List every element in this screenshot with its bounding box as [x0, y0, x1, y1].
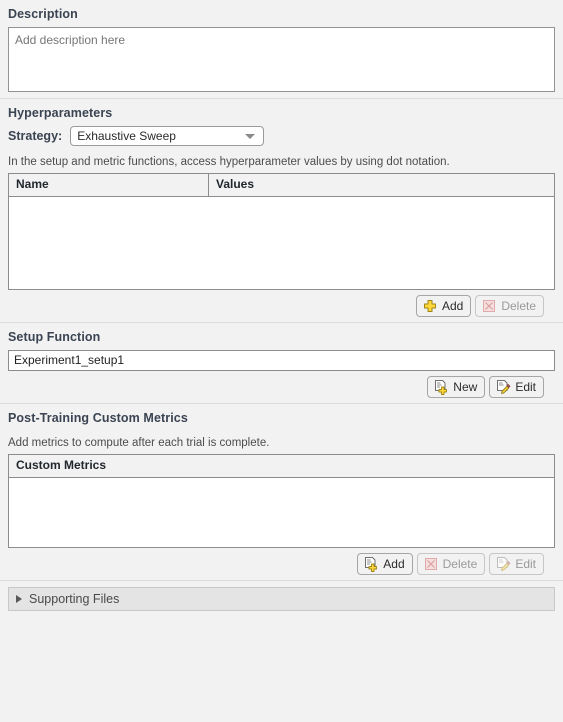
- setup-function-title: Setup Function: [8, 330, 101, 344]
- custom-metrics-hint: Add metrics to compute after each trial …: [8, 437, 270, 449]
- strategy-label: Strategy:: [8, 129, 63, 143]
- triangle-right-icon: [16, 595, 22, 603]
- custom-metrics-section: Post-Training Custom Metrics Add metrics…: [0, 404, 563, 580]
- experiment-configuration-panel: Description Add description here Hyperpa…: [0, 0, 563, 722]
- description-title: Description: [8, 7, 78, 21]
- description-section: Description Add description here: [0, 0, 563, 92]
- edit-document-icon: [495, 556, 511, 572]
- hyperparameters-title: Hyperparameters: [8, 106, 113, 120]
- hyperparameters-button-row: Add Delete: [8, 290, 555, 322]
- setup-function-value: Experiment1_setup1: [14, 353, 125, 367]
- delete-x-icon: [481, 298, 497, 314]
- strategy-selected-value: Exhaustive Sweep: [77, 129, 176, 143]
- custom-metrics-table[interactable]: Custom Metrics: [8, 454, 555, 548]
- hyperparameters-add-button[interactable]: Add: [415, 295, 472, 317]
- column-header-name[interactable]: Name: [9, 174, 209, 196]
- setup-function-edit-label: Edit: [515, 380, 536, 394]
- custom-metrics-edit-label: Edit: [515, 557, 536, 571]
- strategy-row: Strategy: Exhaustive Sweep: [8, 126, 555, 150]
- hyperparameters-table[interactable]: Name Values: [8, 173, 555, 290]
- strategy-select[interactable]: Exhaustive Sweep: [70, 126, 265, 146]
- setup-function-input[interactable]: Experiment1_setup1: [8, 350, 555, 371]
- setup-function-edit-button[interactable]: Edit: [489, 376, 544, 398]
- custom-metrics-add-label: Add: [383, 557, 405, 571]
- plus-icon: [422, 298, 438, 314]
- hyperparameters-hint: In the setup and metric functions, acces…: [8, 156, 450, 168]
- edit-document-icon: [495, 379, 511, 395]
- column-header-custom-metrics[interactable]: Custom Metrics: [9, 455, 554, 477]
- column-header-values[interactable]: Values: [209, 174, 554, 196]
- description-placeholder: Add description here: [15, 33, 126, 47]
- custom-metrics-add-button[interactable]: Add: [357, 553, 413, 575]
- hyperparameters-table-header: Name Values: [9, 174, 554, 197]
- hyperparameters-table-body[interactable]: [9, 197, 554, 289]
- hyperparameters-delete-button[interactable]: Delete: [475, 295, 544, 317]
- supporting-files-accordion[interactable]: Supporting Files: [8, 587, 555, 611]
- hyperparameters-add-label: Add: [441, 299, 464, 313]
- chevron-down-icon: [245, 134, 256, 139]
- custom-metrics-delete-label: Delete: [442, 557, 478, 571]
- hyperparameters-delete-label: Delete: [501, 299, 536, 313]
- hyperparameters-section: Hyperparameters Strategy: Exhaustive Swe…: [0, 99, 563, 322]
- custom-metrics-table-header: Custom Metrics: [9, 455, 554, 478]
- setup-function-new-label: New: [453, 380, 478, 394]
- supporting-files-label: Supporting Files: [29, 592, 120, 606]
- custom-metrics-button-row: Add Delete Edit: [8, 548, 555, 580]
- custom-metrics-title: Post-Training Custom Metrics: [8, 411, 188, 425]
- delete-x-icon: [423, 556, 439, 572]
- new-document-icon: [363, 556, 379, 572]
- setup-function-button-row: New Edit: [8, 371, 555, 403]
- description-textarea[interactable]: Add description here: [8, 27, 555, 92]
- setup-function-new-button[interactable]: New: [427, 376, 486, 398]
- setup-function-section: Setup Function Experiment1_setup1 New Ed…: [0, 323, 563, 403]
- custom-metrics-edit-button[interactable]: Edit: [489, 553, 544, 575]
- custom-metrics-delete-button[interactable]: Delete: [416, 553, 486, 575]
- custom-metrics-table-body[interactable]: [9, 478, 554, 547]
- new-document-icon: [433, 379, 449, 395]
